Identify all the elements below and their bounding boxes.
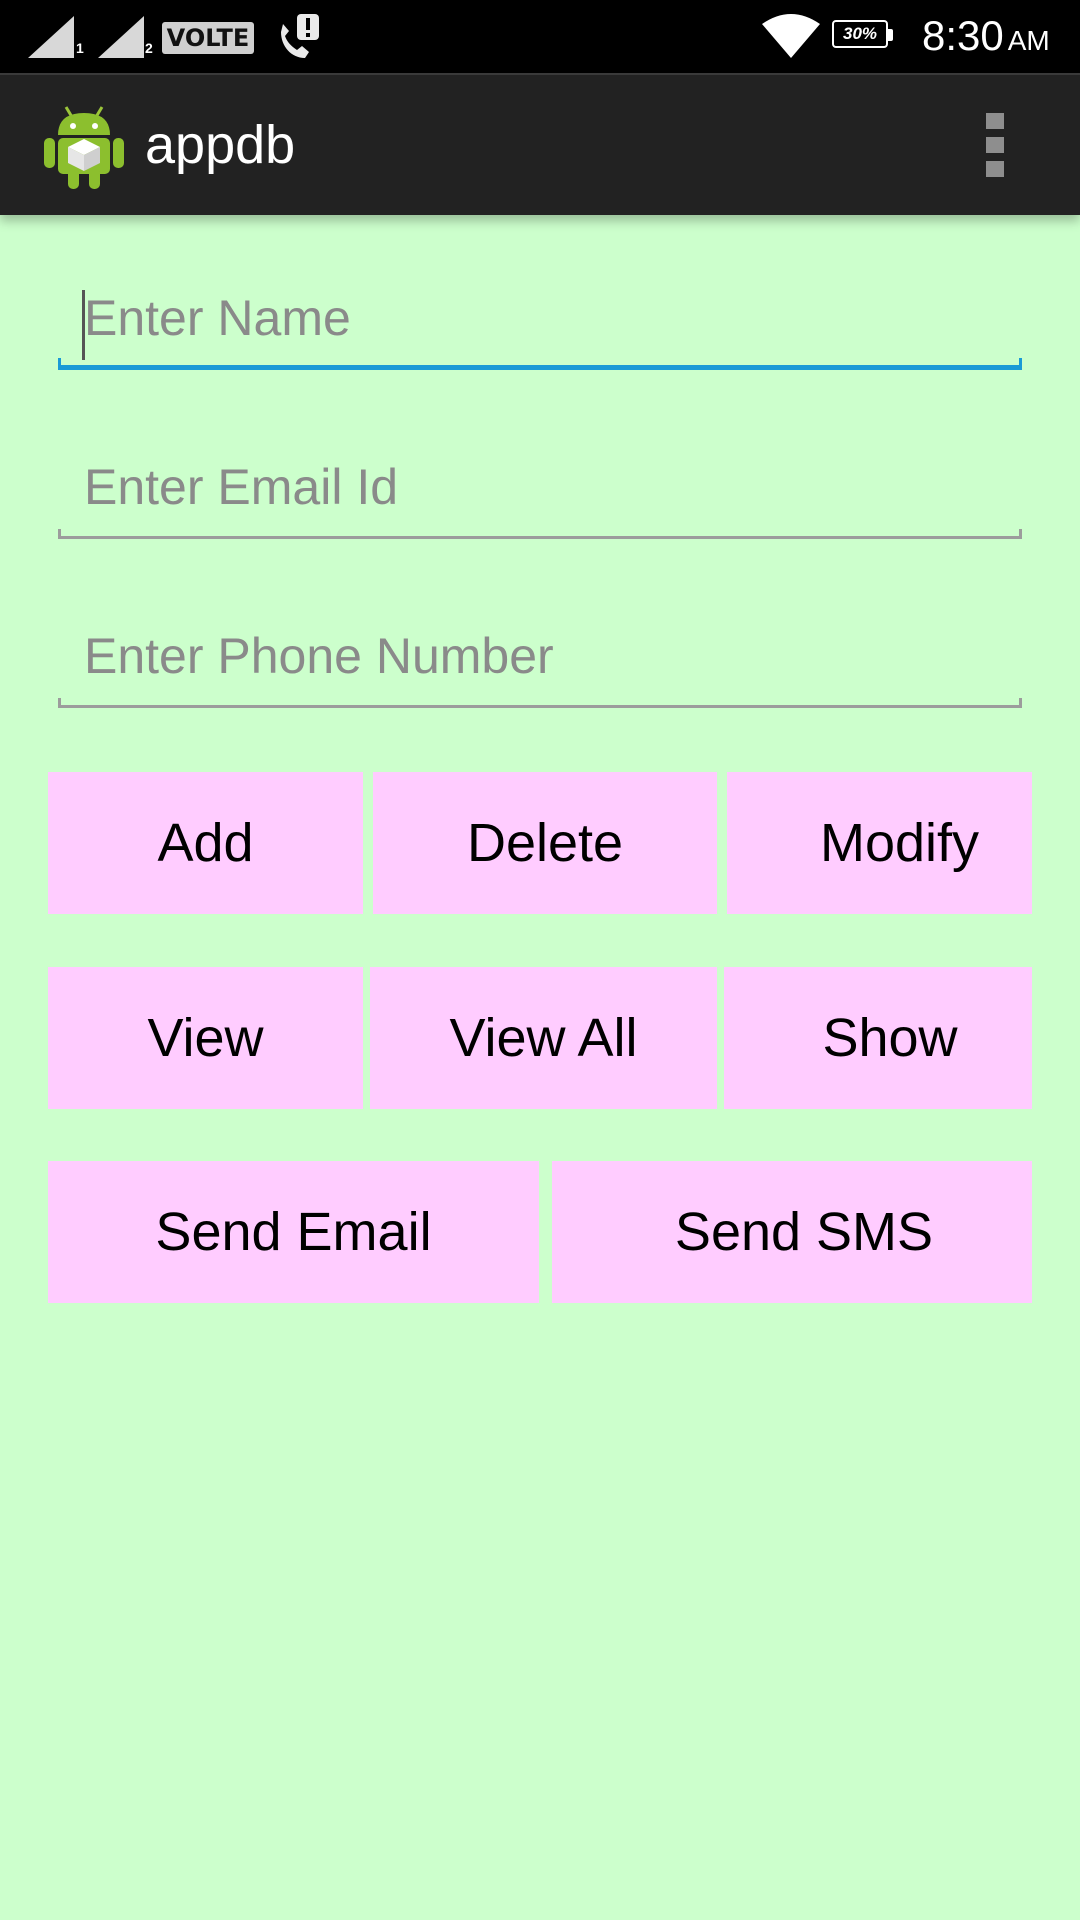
wifi-icon [762,14,820,58]
name-underline [58,365,1022,370]
overflow-menu-icon [986,113,1004,129]
name-underline-edge [58,358,61,370]
phone-underline [58,705,1022,708]
sim1-label: 1 [76,40,84,56]
email-input[interactable] [58,439,1022,535]
overflow-dot [986,137,1004,153]
text-cursor [82,290,85,360]
overflow-dot [986,161,1004,177]
clock-ampm: AM [1007,25,1050,56]
email-field[interactable] [58,439,1022,539]
add-button[interactable]: Add [48,772,363,914]
clock: 8:30 AM [922,12,1050,60]
overflow-menu-button[interactable] [974,111,1018,181]
email-underline [58,536,1022,539]
phone-field[interactable] [58,608,1022,708]
android-robot-icon [44,106,124,189]
modify-button[interactable]: Modify [727,772,1032,914]
name-field[interactable] [58,270,1022,370]
delete-button[interactable]: Delete [373,772,717,914]
phone-underline-edge [1019,698,1022,708]
volte-badge: VOLTE [162,22,254,54]
signal-sim2-icon [98,16,144,58]
sim2-label: 2 [145,40,153,56]
battery-icon: 30% [832,20,896,52]
phone-underline-edge [58,698,61,708]
status-bar: 1 2 VOLTE 30% 8:30 AM [0,0,1080,73]
name-input[interactable] [58,270,1022,366]
battery-percent: 30% [842,24,878,43]
phone-input[interactable] [58,608,1022,704]
view-button[interactable]: View [48,967,363,1109]
signal-sim1-icon [28,16,74,58]
view-all-button[interactable]: View All [370,967,717,1109]
clock-time: 8:30 [922,12,1004,59]
name-underline-edge [1019,358,1022,370]
send-sms-button[interactable]: Send SMS [552,1161,1032,1303]
action-bar: appdb [0,73,1080,215]
show-button[interactable]: Show [724,967,1032,1109]
app-title: appdb [145,115,296,175]
email-underline-edge [58,529,61,539]
send-email-button[interactable]: Send Email [48,1161,539,1303]
call-alert-icon [281,14,319,58]
email-underline-edge [1019,529,1022,539]
